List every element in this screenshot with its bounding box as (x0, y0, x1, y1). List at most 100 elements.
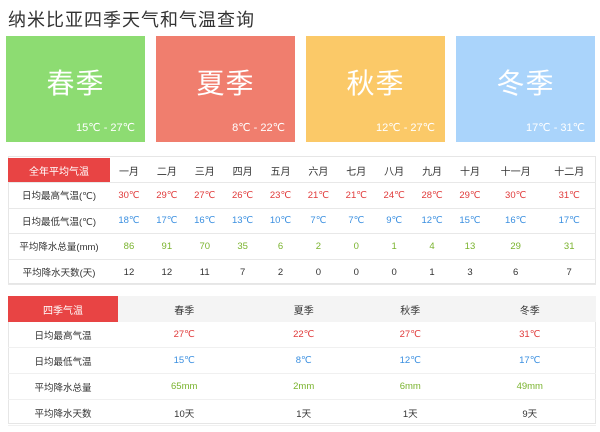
cell-value: 4 (413, 233, 452, 260)
cell-value: 31℃ (463, 322, 596, 348)
row-label: 日均最低气温 (8, 347, 118, 374)
table-row: 平均降水总量(mm) 86 91 70 35 6 2 0 1 4 13 29 3… (8, 233, 596, 260)
table-row: 日均最低气温(℃) 18℃ 17℃ 16℃ 13℃ 10℃ 7℃ 7℃ 9℃ 1… (8, 208, 596, 235)
cell-value: 7℃ (337, 208, 376, 235)
cell-value: 1天 (250, 399, 357, 426)
cell-value: 1 (413, 259, 452, 286)
cell-value: 12℃ (413, 208, 452, 235)
season-range: 17℃ - 31℃ (526, 122, 585, 134)
cell-value: 70 (185, 233, 224, 260)
cell-value: 18℃ (110, 208, 148, 235)
cell-value: 12 (147, 259, 186, 286)
annual-table-header: 全年平均气温 (8, 158, 110, 183)
cell-value: 0 (375, 259, 414, 286)
cell-value: 35 (223, 233, 262, 260)
season-name: 春季 (46, 67, 105, 100)
table-header-row: 全年平均气温 一月 二月 三月 四月 五月 六月 七月 八月 九月 十月 十一月… (8, 158, 596, 183)
cell-value: 27℃ (356, 322, 464, 348)
cell-value: 0 (337, 233, 376, 260)
cell-value: 13 (451, 233, 489, 260)
cell-value: 23℃ (261, 182, 300, 209)
cell-value: 28℃ (413, 182, 452, 209)
cell-value: 21℃ (337, 182, 376, 209)
season-range: 15℃ - 27℃ (76, 122, 135, 134)
season-range: 8℃ - 22℃ (232, 122, 285, 134)
cell-value: 9天 (463, 399, 596, 426)
table-row: 平均降水总量 65mm 2mm 6mm 49mm (8, 373, 596, 400)
cell-value: 24℃ (375, 182, 414, 209)
season-header: 夏季 (250, 296, 357, 322)
cell-value: 12℃ (356, 347, 464, 374)
month-header: 一月 (110, 158, 148, 183)
cell-value: 30℃ (110, 182, 148, 209)
cell-value: 29℃ (147, 182, 186, 209)
cell-value: 7 (542, 259, 596, 286)
row-label: 日均最高气温 (8, 322, 118, 348)
month-header: 十二月 (542, 158, 596, 183)
month-header: 二月 (147, 158, 186, 183)
table-row: 平均降水天数(天) 12 12 11 7 2 0 0 0 1 3 6 7 (8, 259, 596, 286)
season-cards: 春季 15℃ - 27℃ 夏季 8℃ - 22℃ 秋季 12℃ - 27℃ 冬季… (6, 36, 595, 142)
season-card-spring[interactable]: 春季 15℃ - 27℃ (6, 36, 145, 142)
season-header: 冬季 (463, 296, 596, 322)
cell-value: 9℃ (375, 208, 414, 235)
season-card-autumn[interactable]: 秋季 12℃ - 27℃ (306, 36, 445, 142)
cell-value: 17℃ (542, 208, 596, 235)
month-header: 五月 (261, 158, 300, 183)
seasonal-table-header: 四季气温 (8, 296, 118, 322)
month-header: 十一月 (488, 158, 543, 183)
table-row: 平均降水天数 10天 1天 1天 9天 (8, 399, 596, 426)
cell-value: 30℃ (488, 182, 543, 209)
cell-value: 86 (110, 233, 148, 260)
cell-value: 65mm (118, 373, 251, 400)
row-label: 平均降水总量 (8, 373, 118, 400)
row-label: 日均最高气温(℃) (8, 182, 110, 209)
cell-value: 7 (223, 259, 262, 286)
cell-value: 3 (451, 259, 489, 286)
season-card-summer[interactable]: 夏季 8℃ - 22℃ (156, 36, 295, 142)
cell-value: 29℃ (451, 182, 489, 209)
month-header: 六月 (299, 158, 338, 183)
season-range: 12℃ - 27℃ (376, 122, 435, 134)
month-header: 九月 (413, 158, 452, 183)
cell-value: 2 (299, 233, 338, 260)
cell-value: 6 (488, 259, 543, 286)
table-header-row: 四季气温 春季 夏季 秋季 冬季 (8, 296, 596, 322)
page-title: 纳米比亚四季天气和气温查询 (8, 10, 255, 30)
cell-value: 8℃ (250, 347, 357, 374)
cell-value: 11 (185, 259, 224, 286)
season-card-winter[interactable]: 冬季 17℃ - 31℃ (456, 36, 595, 142)
cell-value: 21℃ (299, 182, 338, 209)
cell-value: 0 (299, 259, 338, 286)
cell-value: 26℃ (223, 182, 262, 209)
cell-value: 17℃ (147, 208, 186, 235)
row-label: 日均最低气温(℃) (8, 208, 110, 235)
month-header: 八月 (375, 158, 414, 183)
cell-value: 31 (542, 233, 596, 260)
table-row: 日均最高气温 27℃ 22℃ 27℃ 31℃ (8, 322, 596, 348)
cell-value: 10℃ (261, 208, 300, 235)
cell-value: 0 (337, 259, 376, 286)
season-header: 春季 (118, 296, 251, 322)
season-name: 冬季 (496, 67, 555, 100)
cell-value: 22℃ (250, 322, 357, 348)
season-name: 秋季 (346, 67, 405, 100)
season-header: 秋季 (356, 296, 464, 322)
month-header: 七月 (337, 158, 376, 183)
cell-value: 31℃ (542, 182, 596, 209)
cell-value: 6mm (356, 373, 464, 400)
row-label: 平均降水天数(天) (8, 259, 110, 286)
cell-value: 15℃ (451, 208, 489, 235)
table-row: 日均最低气温 15℃ 8℃ 12℃ 17℃ (8, 347, 596, 374)
month-header: 三月 (185, 158, 224, 183)
cell-value: 2 (261, 259, 300, 286)
cell-value: 1 (375, 233, 414, 260)
row-label: 平均降水总量(mm) (8, 233, 110, 260)
cell-value: 6 (261, 233, 300, 260)
cell-value: 27℃ (118, 322, 251, 348)
cell-value: 27℃ (185, 182, 224, 209)
cell-value: 12 (110, 259, 148, 286)
seasonal-climate-table: 四季气温 春季 夏季 秋季 冬季 日均最高气温 27℃ 22℃ 27℃ 31℃ … (8, 296, 596, 426)
cell-value: 2mm (250, 373, 357, 400)
cell-value: 15℃ (118, 347, 251, 374)
